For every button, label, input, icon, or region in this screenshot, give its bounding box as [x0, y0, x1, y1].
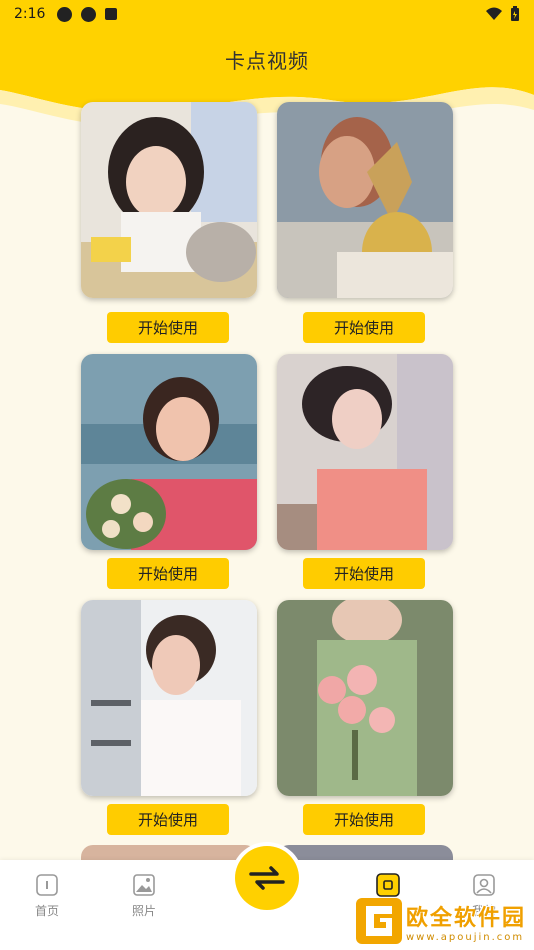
- nav-label: 首页: [34, 904, 59, 918]
- template-thumbnail[interactable]: [81, 102, 257, 298]
- wifi-icon: [486, 7, 502, 20]
- template-card[interactable]: 开始使用: [81, 600, 257, 835]
- template-thumbnail[interactable]: [81, 600, 257, 796]
- template-thumbnail[interactable]: [277, 354, 453, 550]
- template-card[interactable]: 开始使用: [277, 354, 453, 589]
- nav-label: 照片: [131, 904, 156, 918]
- start-use-button[interactable]: 开始使用: [107, 312, 229, 343]
- start-use-button[interactable]: 开始使用: [107, 804, 229, 835]
- template-thumbnail[interactable]: [277, 102, 453, 298]
- template-thumbnail[interactable]: [81, 354, 257, 550]
- start-use-button[interactable]: 开始使用: [303, 312, 425, 343]
- status-time: 2:16: [14, 6, 46, 22]
- watermark-logo-icon: [355, 898, 402, 944]
- watermark-url: www.apoujin.com: [405, 931, 525, 943]
- home-icon: [36, 874, 58, 896]
- center-swap-button-inner[interactable]: [235, 846, 299, 910]
- nav-item-photo[interactable]: 照片: [114, 872, 174, 919]
- battery-icon: [511, 6, 519, 21]
- status-bar: 2:16: [0, 0, 534, 28]
- profile-icon: [473, 874, 495, 896]
- video-icon: [376, 873, 400, 897]
- photo-icon: [133, 874, 155, 896]
- swap-icon: [249, 866, 285, 890]
- app-notification-icon: [105, 8, 118, 20]
- watermark: 欧全软件园 www.apoujin.com: [355, 898, 526, 944]
- page-title: 卡点视频: [225, 49, 309, 73]
- template-card[interactable]: 开始使用: [81, 354, 257, 589]
- template-card[interactable]: 开始使用: [277, 600, 453, 835]
- app-notification-icon: [57, 6, 73, 22]
- template-card[interactable]: 开始使用: [81, 102, 257, 343]
- app-notification-icon: [81, 6, 97, 22]
- nav-item-home[interactable]: 首页: [17, 872, 77, 919]
- center-swap-button[interactable]: [231, 842, 303, 914]
- template-card[interactable]: 开始使用: [277, 102, 453, 343]
- template-thumbnail[interactable]: [277, 600, 453, 796]
- watermark-text: 欧全软件园: [405, 905, 526, 931]
- start-use-button[interactable]: 开始使用: [107, 558, 229, 589]
- start-use-button[interactable]: 开始使用: [303, 804, 425, 835]
- start-use-button[interactable]: 开始使用: [303, 558, 425, 589]
